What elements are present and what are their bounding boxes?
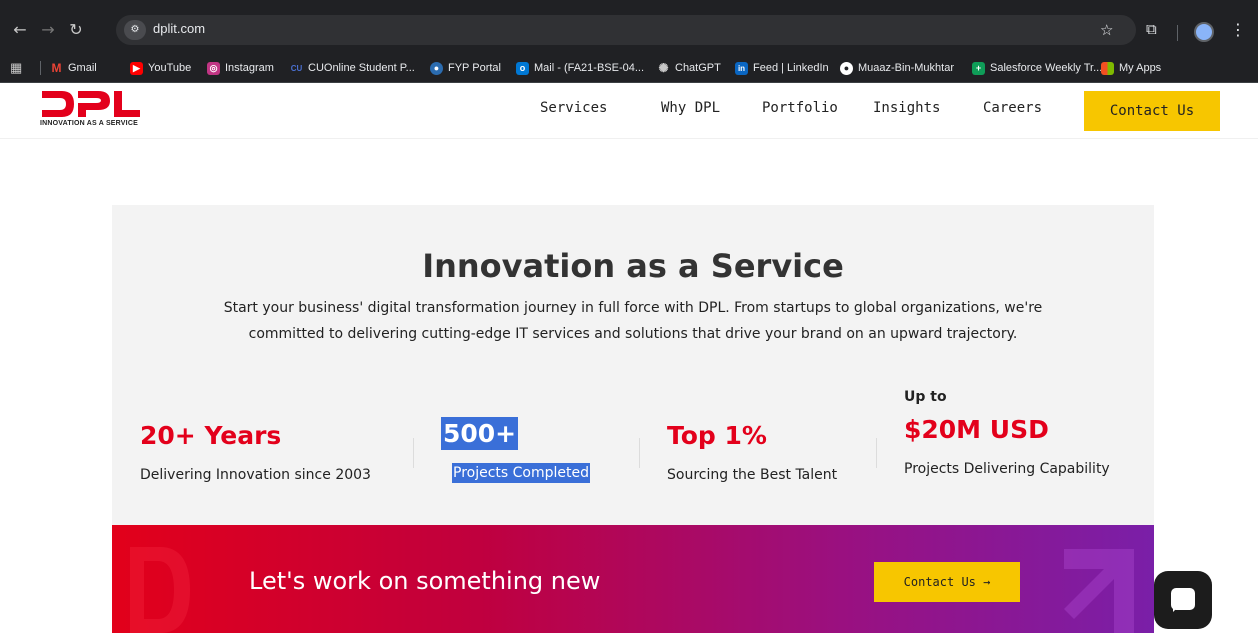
bookmark-gmail[interactable]: M Gmail [50, 59, 97, 77]
bookmark-instagram[interactable]: ◎ Instagram [207, 59, 274, 77]
bookmark-youtube[interactable]: ▶ YouTube [130, 59, 191, 77]
forward-arrow-icon[interactable]: → [36, 18, 60, 42]
arrow-right-icon: → [983, 575, 991, 589]
bookmark-label: CUOnline Student P... [308, 62, 415, 74]
cta-contact-button[interactable]: Contact Us → [874, 562, 1020, 602]
browser-toolbar: ← → ↻ ⚙ dplit.com ☆ ⧉ ⋮ [0, 12, 1258, 48]
bookmark-my-apps[interactable]: My Apps [1101, 59, 1161, 77]
dpl-logo[interactable]: INNOVATION AS A SERVICE [40, 91, 160, 133]
nav-careers[interactable]: Careers [983, 100, 1042, 116]
chat-widget-button[interactable] [1154, 571, 1212, 629]
hero-title: Innovation as a Service [422, 247, 844, 285]
sheets-icon: + [972, 61, 985, 75]
bookmark-github[interactable]: ● Muaaz-Bin-Mukhtar [840, 59, 954, 77]
hero-description: Start your business' digital transformat… [223, 300, 1043, 342]
nav-insights[interactable]: Insights [873, 100, 940, 116]
decorative-logo-shape [130, 547, 190, 633]
bookmark-salesforce[interactable]: + Salesforce Weekly Tr... [972, 59, 1102, 77]
stat-capability-value: $20M USD [904, 415, 1049, 444]
nav-services[interactable]: Services [540, 100, 607, 116]
fyp-portal-icon: ● [430, 61, 443, 75]
bookmark-label: ChatGPT [675, 62, 721, 74]
youtube-icon: ▶ [130, 61, 143, 75]
bookmark-label: Gmail [68, 62, 97, 74]
chatgpt-icon: ✺ [658, 60, 669, 75]
stat-talent-value: Top 1% [667, 421, 767, 450]
decorative-arrow-shape [1064, 549, 1134, 633]
browser-menu-icon[interactable]: ⋮ [1230, 20, 1246, 39]
hero-section: Innovation as a Service Start your busin… [112, 205, 1154, 525]
bookmark-linkedin[interactable]: in Feed | LinkedIn [735, 59, 829, 77]
bookmark-outlook-mail[interactable]: o Mail - (FA21-BSE-04... [516, 59, 644, 77]
back-arrow-icon[interactable]: ← [8, 18, 32, 42]
bookmark-fyp-portal[interactable]: ● FYP Portal [430, 59, 501, 77]
stat-years-value: 20+ Years [140, 421, 282, 450]
cta-heading: Let's work on something new [249, 567, 601, 595]
gmail-icon: M [51, 60, 62, 75]
github-icon: ● [840, 61, 853, 75]
bookmark-label: Feed | LinkedIn [753, 62, 829, 74]
stat-projects-value: 500+ [441, 417, 519, 450]
bookmark-label: Salesforce Weekly Tr... [990, 62, 1103, 74]
site-header: INNOVATION AS A SERVICE Services Why DPL… [0, 83, 1258, 139]
apps-grid-icon[interactable]: ▦ [10, 59, 22, 77]
header-contact-button[interactable]: Contact Us [1084, 91, 1220, 131]
bookmark-label: YouTube [148, 62, 192, 74]
outlook-icon: o [516, 61, 529, 75]
reload-icon[interactable]: ↻ [64, 18, 88, 42]
instagram-icon: ◎ [207, 61, 220, 75]
bookmark-star-icon[interactable]: ☆ [1100, 21, 1113, 39]
site-info-icon[interactable]: ⚙ [124, 20, 146, 40]
bookmark-label: Instagram [225, 62, 274, 74]
toolbar-divider [1177, 25, 1178, 41]
cta-contact-label: Contact Us [903, 575, 976, 589]
linkedin-icon: in [735, 61, 748, 75]
stat-divider [639, 438, 640, 468]
bookmark-label: Mail - (FA21-BSE-04... [534, 62, 645, 74]
address-bar[interactable]: ⚙ dplit.com [116, 15, 1136, 45]
stat-capability-label: Projects Delivering Capability [904, 461, 1110, 477]
logo-tagline: INNOVATION AS A SERVICE [40, 120, 138, 127]
url-text[interactable]: dplit.com [153, 21, 205, 36]
dpl-logo-mark [42, 91, 140, 117]
stat-talent-label: Sourcing the Best Talent [667, 467, 838, 483]
stat-years-label: Delivering Innovation since 2003 [140, 467, 371, 483]
nav-why-dpl[interactable]: Why DPL [661, 100, 720, 116]
bookmarks-bar: ▦ M Gmail ▶ YouTube ◎ Instagram CU CUOnl… [0, 53, 1258, 83]
bookmark-label: My Apps [1119, 62, 1162, 74]
chat-bubble-tail [1173, 606, 1179, 612]
extensions-icon[interactable]: ⧉ [1146, 20, 1157, 38]
microsoft-apps-icon [1101, 61, 1114, 75]
bookmark-label: Muaaz-Bin-Mukhtar [858, 62, 954, 74]
stat-divider [413, 438, 414, 468]
nav-portfolio[interactable]: Portfolio [762, 100, 838, 116]
stat-capability-prefix: Up to [904, 389, 947, 405]
bookmarks-divider [40, 61, 41, 75]
bookmark-cuonline[interactable]: CU CUOnline Student P... [290, 59, 415, 77]
stat-projects-label: Projects Completed [452, 463, 591, 483]
bookmark-chatgpt[interactable]: ✺ ChatGPT [657, 59, 721, 77]
cta-banner: Let's work on something new Contact Us → [112, 525, 1154, 633]
profile-avatar[interactable] [1194, 22, 1214, 42]
bookmark-label: FYP Portal [448, 62, 501, 74]
cuonline-icon: CU [290, 63, 303, 73]
stat-divider [876, 438, 877, 468]
